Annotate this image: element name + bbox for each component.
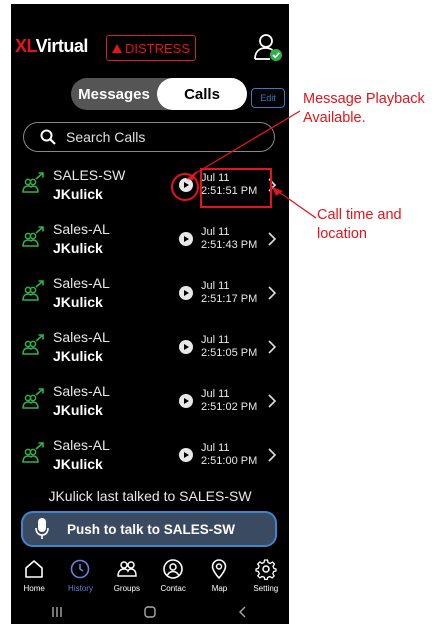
call-row[interactable]: Sales-AL JKulick Jul 11 2:51:05 PM: [11, 320, 289, 374]
nav-home[interactable]: Home: [11, 556, 57, 596]
contact-icon: [163, 559, 183, 579]
playback-annotation-line1: Message Playback: [303, 91, 425, 107]
chevron-right-icon[interactable]: [267, 393, 277, 409]
app-logo: XLVirtual: [15, 36, 88, 57]
play-message-icon[interactable]: [179, 340, 193, 354]
call-user: JKulick: [53, 294, 103, 310]
nav-map-label: Map: [211, 584, 228, 593]
chevron-right-icon[interactable]: [267, 231, 277, 247]
play-message-icon[interactable]: [179, 232, 193, 246]
distress-label: DISTRESS: [124, 40, 190, 56]
edit-button[interactable]: Edit: [251, 88, 285, 108]
push-to-talk-button[interactable]: Push to talk to SALES-SW: [21, 511, 277, 547]
tab-messages[interactable]: Messages: [71, 78, 157, 110]
call-user: JKulick: [53, 348, 103, 364]
microphone-icon: [35, 518, 49, 539]
nav-home-label: Home: [23, 584, 45, 593]
recent-apps-icon[interactable]: [50, 605, 64, 619]
outgoing-group-call-icon: [21, 280, 45, 302]
call-channel: Sales-AL: [53, 275, 110, 291]
groups-icon: [117, 561, 137, 577]
playback-annotation-line2: Available.: [303, 110, 366, 126]
distress-button[interactable]: DISTRESS: [106, 35, 196, 61]
nav-settings-label: Setting: [253, 584, 279, 593]
nav-settings[interactable]: Setting: [243, 556, 289, 596]
call-time: 2:51:00 PM: [201, 455, 258, 467]
outgoing-group-call-icon: [21, 172, 45, 194]
call-date: Jul 11: [201, 226, 230, 238]
tab-switch: Messages Calls: [71, 78, 247, 110]
nav-history-label: History: [68, 584, 93, 593]
play-message-icon[interactable]: [179, 286, 193, 300]
call-date: Jul 11: [201, 280, 230, 292]
logo-suffix: Virtual: [35, 36, 89, 56]
call-time: 2:51:02 PM: [201, 401, 258, 413]
phone-screen: XLVirtual DISTRESS Messages Calls Edit S…: [11, 4, 289, 624]
call-row[interactable]: SALES-SW JKulick Jul 11 2:51:51 PM: [11, 158, 289, 212]
search-input[interactable]: Search Calls: [23, 122, 275, 152]
chevron-right-icon[interactable]: [267, 339, 277, 355]
call-time: 2:51:43 PM: [201, 239, 258, 251]
call-user: JKulick: [53, 456, 103, 472]
play-message-icon[interactable]: [179, 448, 193, 462]
call-channel: Sales-AL: [53, 329, 110, 345]
push-to-talk-label: Push to talk to SALES-SW: [67, 521, 236, 537]
call-user: JKulick: [53, 402, 103, 418]
user-status-icon[interactable]: [253, 32, 283, 62]
call-row[interactable]: Sales-AL JKulick Jul 11 2:51:17 PM: [11, 266, 289, 320]
nav-contacts[interactable]: Contac: [150, 556, 196, 596]
call-date: Jul 11: [201, 334, 230, 346]
call-date: Jul 11: [201, 172, 230, 184]
back-icon[interactable]: [236, 605, 250, 619]
nav-map[interactable]: Map: [196, 556, 242, 596]
call-date: Jul 11: [201, 442, 230, 454]
map-pin-icon: [212, 559, 227, 580]
clock-icon: [71, 559, 90, 579]
outgoing-group-call-icon: [21, 388, 45, 410]
outgoing-group-call-icon: [21, 334, 45, 356]
last-talked-text: JKulick last talked to SALES-SW: [48, 488, 252, 504]
chevron-right-icon[interactable]: [267, 285, 277, 301]
call-channel: Sales-AL: [53, 437, 110, 453]
outgoing-group-call-icon: [21, 226, 45, 248]
play-message-icon[interactable]: [179, 394, 193, 408]
call-time: 2:51:17 PM: [201, 293, 258, 305]
call-time: 2:51:05 PM: [201, 347, 258, 359]
tab-calls[interactable]: Calls: [157, 78, 247, 110]
call-channel: SALES-SW: [53, 167, 126, 183]
call-row[interactable]: Sales-AL JKulick Jul 11 2:51:02 PM: [11, 374, 289, 428]
chevron-right-icon[interactable]: [267, 177, 277, 193]
call-row[interactable]: Sales-AL JKulick Jul 11 2:51:43 PM: [11, 212, 289, 266]
chevron-right-icon[interactable]: [267, 447, 277, 463]
nav-groups[interactable]: Groups: [104, 556, 150, 596]
play-message-icon[interactable]: [179, 178, 193, 192]
home-icon: [25, 560, 43, 578]
call-row[interactable]: Sales-AL JKulick Jul 11 2:51:00 PM: [11, 428, 289, 482]
time-annotation-line2: location: [317, 226, 367, 242]
app-header: XLVirtual DISTRESS: [11, 4, 289, 74]
bottom-navigation: Home History Groups Contac Map Setting: [11, 556, 289, 596]
nav-groups-label: Groups: [113, 584, 140, 593]
call-user: JKulick: [53, 186, 103, 202]
call-date: Jul 11: [201, 388, 230, 400]
call-user: JKulick: [53, 240, 103, 256]
search-placeholder: Search Calls: [66, 129, 146, 145]
warning-triangle-icon: [111, 43, 122, 53]
gear-icon: [255, 559, 277, 580]
nav-history[interactable]: History: [57, 556, 103, 596]
home-button-icon[interactable]: [143, 605, 157, 619]
android-navigation-bar: [11, 600, 289, 624]
logo-prefix: XL: [15, 36, 36, 56]
call-channel: Sales-AL: [53, 383, 110, 399]
outgoing-group-call-icon: [21, 442, 45, 464]
search-icon: [40, 129, 56, 145]
nav-contacts-label: Contac: [160, 584, 186, 593]
call-channel: Sales-AL: [53, 221, 110, 237]
call-time: 2:51:51 PM: [201, 185, 258, 197]
time-annotation-line1: Call time and: [317, 207, 402, 223]
